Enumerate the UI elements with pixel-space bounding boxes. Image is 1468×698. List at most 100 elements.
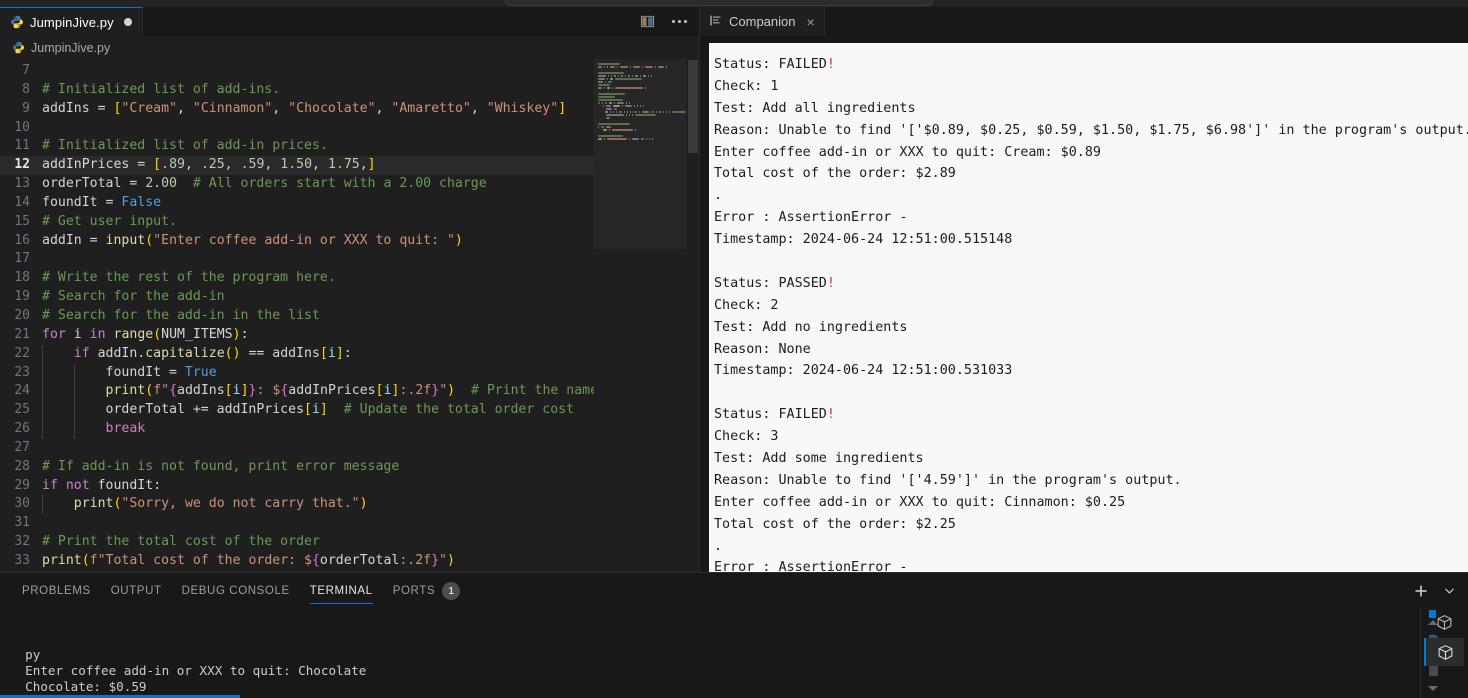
code-line[interactable]: 9 addIns = ["Cream", "Cinnamon", "Chocola…: [0, 100, 594, 119]
terminal-line: py: [10, 646, 41, 662]
code-text: # Search for the add-in in the list: [42, 307, 320, 323]
code-line[interactable]: 14 foundIt = False: [0, 194, 594, 213]
line-number: 30: [14, 496, 30, 512]
editor-tabbar: JumpinJive.py: [0, 7, 700, 36]
companion-tab[interactable]: Companion ×: [700, 7, 825, 36]
code-line[interactable]: 20 # Search for the add-in in the list: [0, 307, 594, 326]
code-line[interactable]: 8 # Initialized list of add-ins.: [0, 81, 594, 100]
code-editor[interactable]: 7 8 # Initialized list of add-ins. 9 addIns …: [0, 59, 700, 572]
command-center[interactable]: [505, 0, 933, 6]
panel-tab-output[interactable]: OUTPUT: [101, 573, 172, 608]
companion-icon: [709, 14, 722, 30]
line-number: 7: [22, 63, 30, 78]
unsaved-indicator-icon[interactable]: [123, 18, 132, 26]
companion-output[interactable]: Status: FAILED! Check: 1 Test: Add all ing…: [709, 43, 1468, 572]
code-line[interactable]: 11 # Initialized list of add-in prices.: [0, 137, 594, 156]
panel-tabs[interactable]: PROBLEMS OUTPUT DEBUG CONSOLE TERMINAL PORTS…: [0, 573, 1468, 608]
indent-guide: [42, 344, 43, 364]
code-text: print(f"{addIns[i]}: ${addInPrices[i]:.2…: [42, 382, 594, 402]
code-text: foundIt = False: [42, 194, 162, 210]
code-line[interactable]: 18 # Write the rest of the program here.: [0, 269, 594, 288]
indent-guide: [42, 420, 43, 439]
line-number: 33: [14, 552, 30, 568]
companion-output-line: Total cost of the order: $2.25: [714, 516, 956, 532]
code-text: for i in range(NUM_ITEMS):: [42, 326, 249, 342]
indent-guide: [42, 495, 43, 515]
panel-tab-label: PROBLEMS: [22, 584, 91, 597]
terminal-cube-icon: [1438, 644, 1452, 660]
code-line[interactable]: 10: [0, 119, 594, 138]
editor-tab-jumpinjive[interactable]: JumpinJive.py: [0, 7, 143, 36]
line-number: 10: [14, 119, 30, 135]
code-line[interactable]: 33 print(f"Total cost of the order: ${ord…: [0, 552, 594, 571]
chevron-down-icon[interactable]: [1440, 582, 1458, 600]
minimap-slider[interactable]: [594, 59, 686, 249]
ports-badge: 1: [442, 581, 461, 600]
code-line[interactable]: 25 orderTotal += addInPrices[i] # Update…: [0, 401, 594, 421]
companion-output-line: [714, 251, 1468, 273]
code-line[interactable]: 27: [0, 439, 594, 458]
editor-tab-label: JumpinJive.py: [30, 14, 114, 30]
terminal-instance-list[interactable]: [1420, 608, 1468, 698]
line-number: 26: [14, 421, 30, 437]
panel-tab-terminal[interactable]: TERMINAL: [300, 573, 383, 608]
code-line[interactable]: 29 if not foundIt:: [0, 477, 594, 496]
code-line[interactable]: 26 break: [0, 420, 594, 439]
terminal-instance-2[interactable]: [1424, 638, 1464, 666]
code-lines[interactable]: 7 8 # Initialized list of add-ins. 9 addIns …: [0, 59, 594, 571]
companion-output-line: .: [714, 538, 723, 554]
add-terminal-icon[interactable]: [1412, 582, 1430, 600]
code-line[interactable]: 30 print("Sorry, we do not carry that."): [0, 495, 594, 515]
panel-tab-label: DEBUG CONSOLE: [181, 584, 290, 597]
breadcrumb[interactable]: JumpinJive.py: [0, 36, 700, 59]
line-number: 20: [14, 307, 30, 323]
more-actions-icon[interactable]: [670, 13, 688, 31]
companion-tab-label: Companion: [729, 14, 796, 29]
close-icon[interactable]: ×: [807, 14, 815, 30]
companion-panel: Companion × Status: FAILED! Check: 1 Test:…: [700, 7, 1468, 572]
editor-vertical-scrollbar[interactable]: [686, 59, 700, 572]
code-line[interactable]: 23 foundIt = True: [0, 363, 594, 383]
code-text: # Write the rest of the program here.: [42, 270, 336, 286]
companion-output-line: .: [714, 188, 723, 204]
code-line[interactable]: 17: [0, 250, 594, 269]
code-scroll-region[interactable]: 7 8 # Initialized list of add-ins. 9 addIns …: [0, 59, 594, 572]
line-number: 17: [14, 251, 30, 267]
code-line[interactable]: 28 # If add-in is not found, print error …: [0, 458, 594, 477]
indent-guide: [42, 363, 43, 383]
terminal-line: Chocolate: $0.59: [10, 679, 147, 695]
panel-tab-debug-console[interactable]: DEBUG CONSOLE: [172, 573, 300, 608]
code-line[interactable]: 7: [0, 62, 594, 81]
terminal-output[interactable]: py Enter coffee add-in or XXX to quit: C…: [0, 608, 1420, 698]
code-line[interactable]: 16 addIn = input("Enter coffee add-in or …: [0, 232, 594, 251]
code-line[interactable]: 13 orderTotal = 2.00 # All orders start w…: [0, 175, 594, 194]
code-text: # Initialized list of add-in prices.: [42, 138, 328, 154]
code-line[interactable]: 21 for i in range(NUM_ITEMS):: [0, 326, 594, 345]
panel-tab-label: PORTS: [392, 584, 436, 597]
terminal-instance-1[interactable]: [1424, 608, 1464, 636]
code-text: # If add-in is not found, print error me…: [42, 458, 400, 474]
code-line[interactable]: 19 # Search for the add-in: [0, 288, 594, 307]
split-editor-icon[interactable]: [638, 13, 656, 31]
companion-output-line: Status: FAILED!: [714, 57, 835, 72]
code-line[interactable]: 24 print(f"{addIns[i]}: ${addInPrices[i]…: [0, 382, 594, 402]
status-bang: !: [826, 57, 835, 72]
code-line[interactable]: 22 if addIn.capitalize() == addIns[i]:: [0, 344, 594, 364]
code-line[interactable]: 32 # Print the total cost of the order: [0, 533, 594, 552]
line-number: 9: [22, 100, 30, 116]
companion-output-line: Error : AssertionError -: [714, 210, 908, 226]
line-number: 25: [14, 402, 30, 418]
panel-tab-problems[interactable]: PROBLEMS: [12, 573, 101, 608]
code-text: orderTotal += addInPrices[i] # Update th…: [42, 401, 594, 421]
code-line[interactable]: 12 addInPrices = [.89, .25, .59, 1.50, 1.…: [0, 156, 594, 176]
status-bang: !: [826, 407, 835, 423]
code-line[interactable]: 31: [0, 514, 594, 533]
scrollbar-thumb[interactable]: [688, 60, 698, 153]
code-line[interactable]: 15 # Get user input.: [0, 213, 594, 232]
code-text: addInPrices = [.89, .25, .59, 1.50, 1.75…: [42, 157, 376, 173]
minimap[interactable]: [594, 59, 686, 572]
python-icon: [10, 15, 24, 29]
code-text: addIns = ["Cream", "Cinnamon", "Chocolat…: [42, 100, 567, 116]
code-text: # Initialized list of add-ins.: [42, 81, 281, 97]
panel-tab-ports[interactable]: PORTS 1: [383, 573, 470, 608]
